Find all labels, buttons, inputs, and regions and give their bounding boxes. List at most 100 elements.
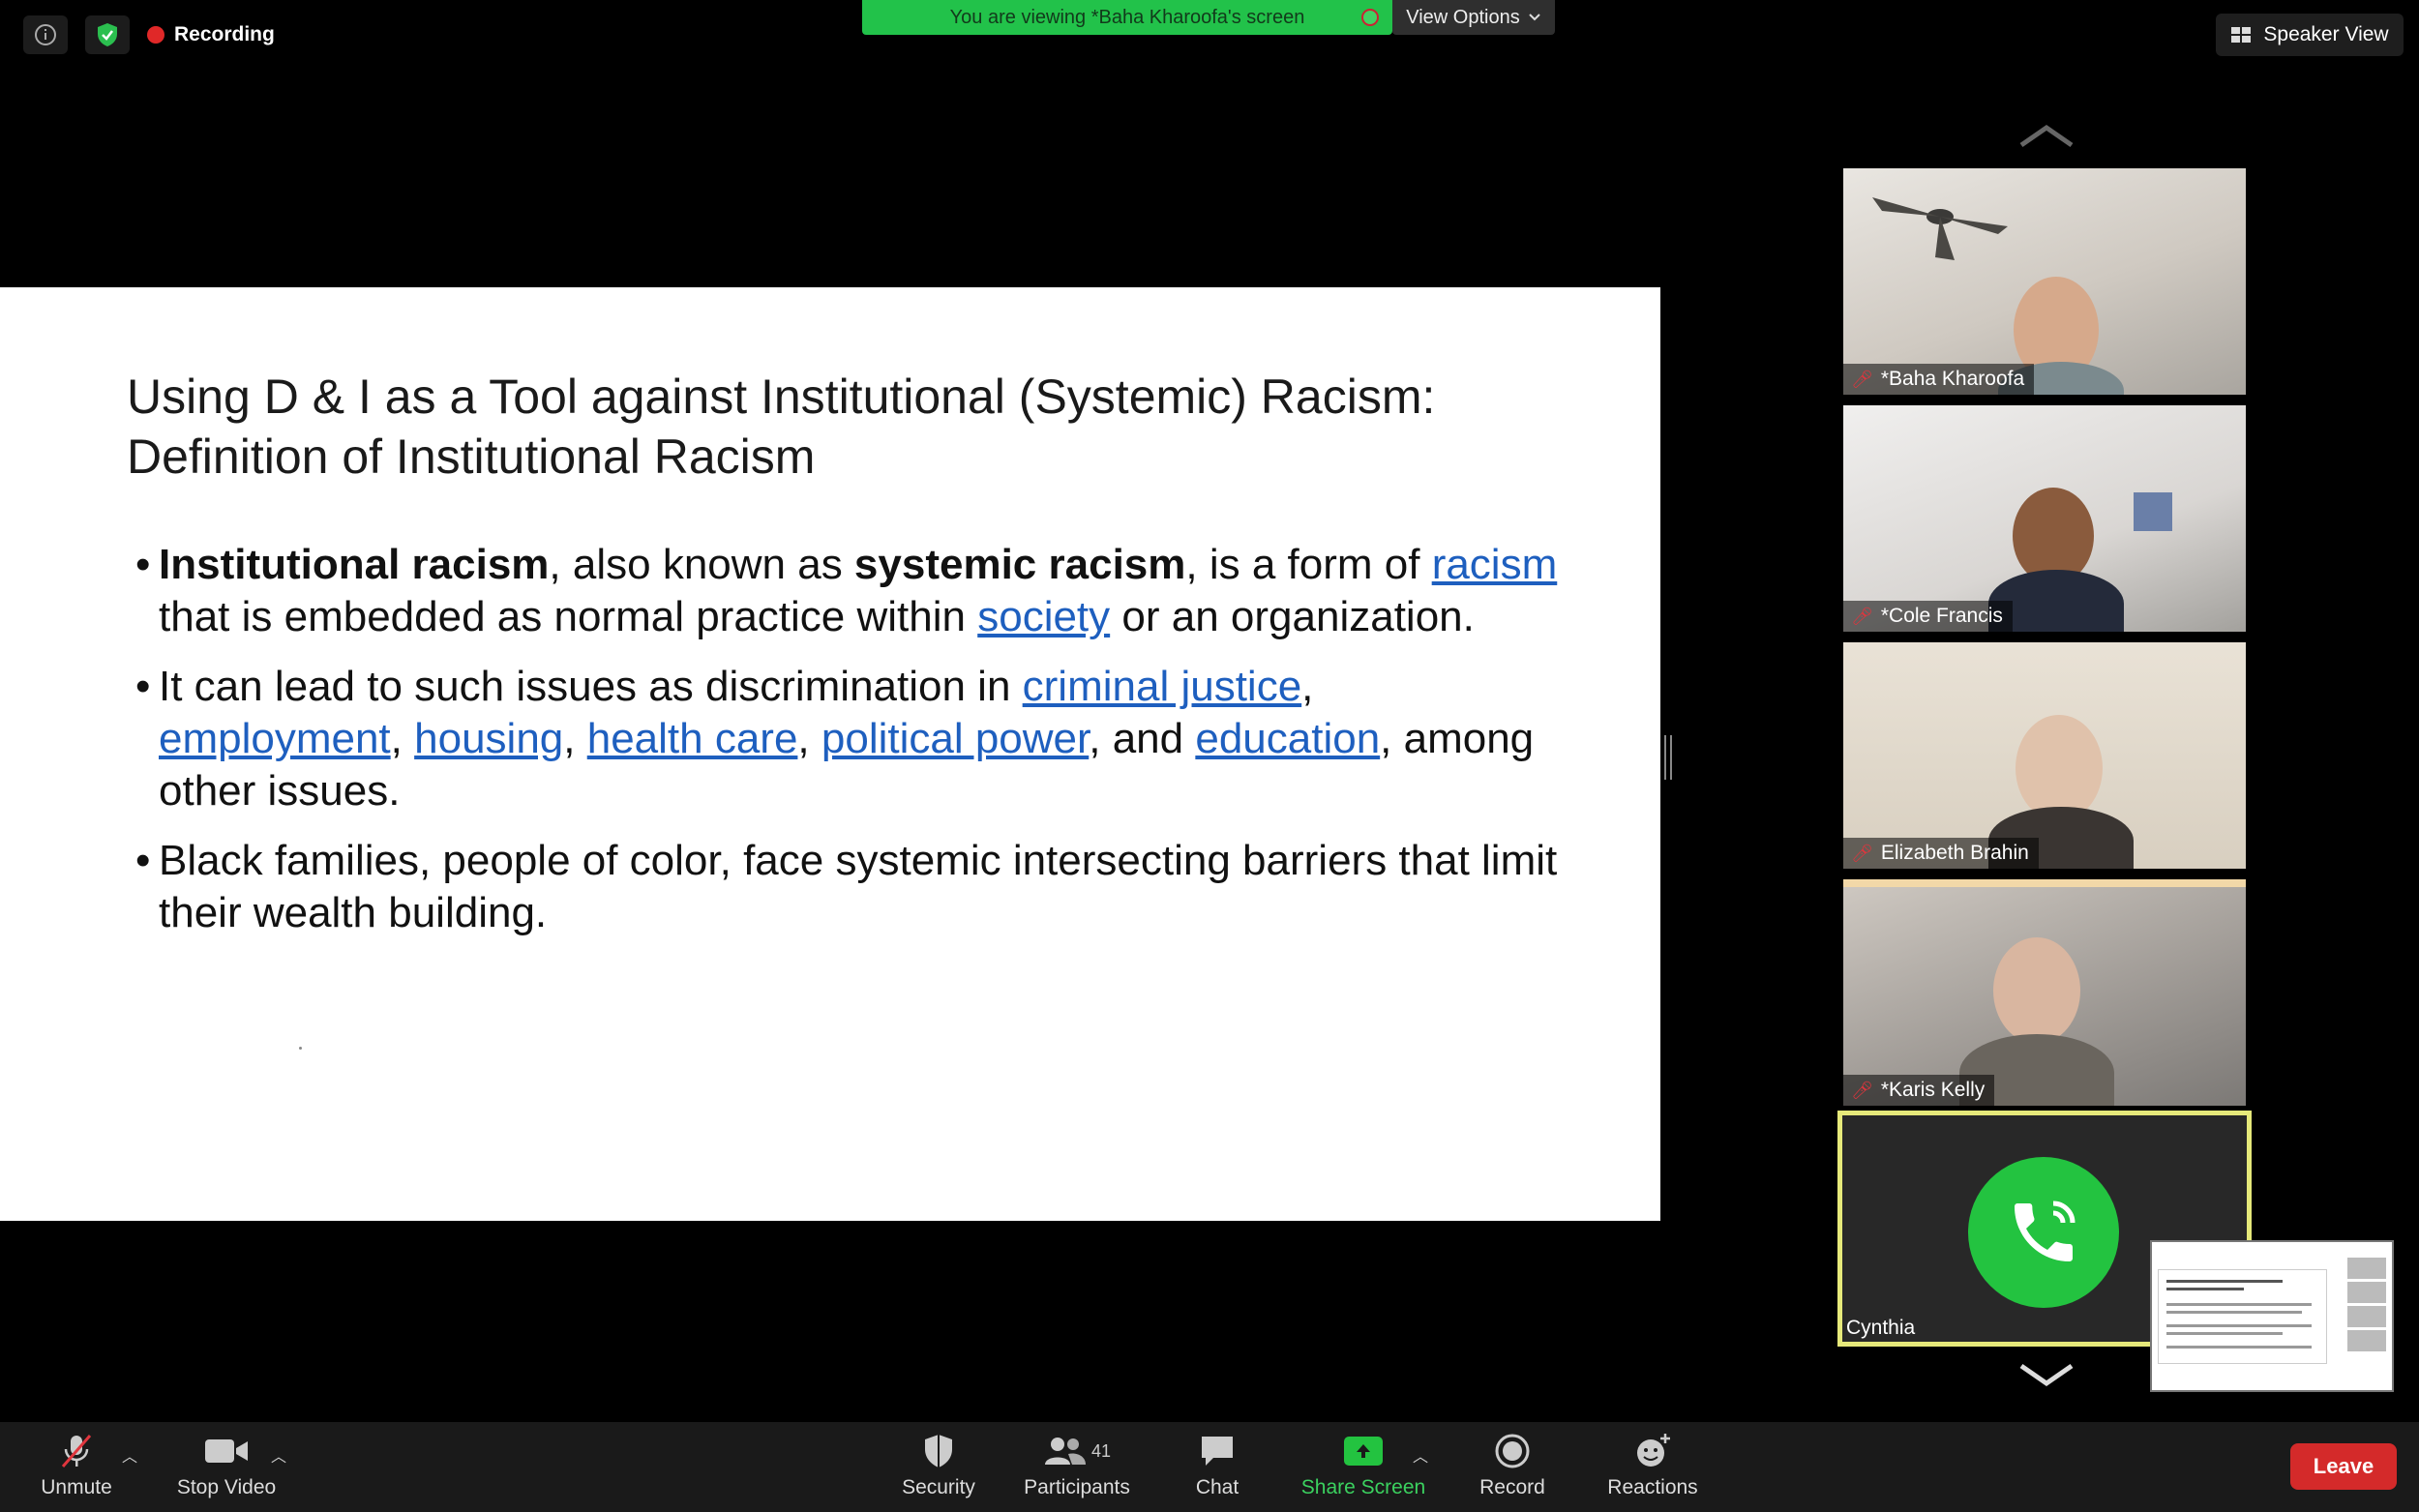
reactions-button[interactable]: Reactions <box>1604 1432 1701 1499</box>
bullet-text: , and <box>1089 715 1196 762</box>
record-button[interactable]: Record <box>1477 1432 1548 1499</box>
participant-name-tag: 🎤︎ *Karis Kelly <box>1843 1075 1995 1106</box>
meeting-toolbar: Unmute ︿ Stop Video ︿ Security 41 Partic… <box>0 1422 2419 1512</box>
participant-tile[interactable]: 🎤︎ *Karis Kelly <box>1843 879 2246 1106</box>
participant-video-head <box>1993 937 2080 1044</box>
mic-muted-icon: 🎤︎ <box>1851 1080 1873 1100</box>
mini-participant-thumbnails <box>2347 1258 2386 1354</box>
link-education[interactable]: education <box>1195 715 1380 762</box>
shared-screen-slide: Using D & I as a Tool against Institutio… <box>0 287 1660 1221</box>
chevron-down-icon[interactable] <box>2017 1362 2076 1389</box>
separator: , <box>563 715 587 762</box>
slide-bullet-list: Institutional racism, also known as syst… <box>135 539 1558 957</box>
bullet-text: or an organization. <box>1110 593 1475 640</box>
bold-term: systemic racism <box>853 541 1186 588</box>
mini-window-preview[interactable] <box>2150 1240 2394 1392</box>
meeting-info-bar: Recording <box>23 15 275 54</box>
separator: , <box>797 715 821 762</box>
video-options-caret-icon[interactable]: ︿ <box>271 1443 286 1467</box>
participant-name-tag: 🎤︎ *Cole Francis <box>1843 601 2013 632</box>
participant-tile[interactable]: 🎤︎ *Baha Kharoofa <box>1843 168 2246 395</box>
mini-slide-thumbnail <box>2158 1269 2327 1364</box>
bullet-text: It can lead to such issues as discrimina… <box>159 663 1023 710</box>
audio-options-caret-icon[interactable]: ︿ <box>122 1443 137 1467</box>
link-health-care[interactable]: health care <box>587 715 798 762</box>
participant-name: *Karis Kelly <box>1880 1079 1986 1101</box>
video-camera-icon <box>205 1439 248 1463</box>
share-options-caret-icon[interactable]: ︿ <box>1413 1443 1428 1467</box>
chat-label: Chat <box>1195 1476 1239 1498</box>
link-society[interactable]: society <box>977 593 1110 640</box>
slide-title: Using D & I as a Tool against Institutio… <box>127 367 1578 487</box>
share-status-icon[interactable] <box>1361 9 1379 26</box>
participant-count: 41 <box>1090 1440 1112 1461</box>
bold-term: Institutional racism <box>159 541 550 588</box>
stop-video-button[interactable]: Stop Video <box>172 1432 281 1499</box>
mic-off-icon <box>61 1435 92 1468</box>
grid-icon <box>2231 27 2252 43</box>
participant-name: Elizabeth Brahin <box>1880 842 2029 864</box>
participant-name: *Baha Kharoofa <box>1880 368 2025 390</box>
bullet-text: , is a form of <box>1185 541 1432 588</box>
participant-name-tag: 🎤︎ *Baha Kharoofa <box>1843 364 2035 395</box>
leave-button[interactable]: Leave <box>2290 1443 2397 1490</box>
share-screen-label: Share Screen <box>1300 1476 1426 1498</box>
participants-button[interactable]: 41 Participants <box>1020 1432 1134 1499</box>
record-icon <box>1495 1434 1530 1468</box>
separator: , <box>390 715 415 762</box>
recording-label: Recording <box>174 23 275 45</box>
view-options-label: View Options <box>1406 6 1520 28</box>
mic-muted-icon: 🎤︎ <box>1851 843 1873 863</box>
share-screen-button[interactable]: Share Screen <box>1299 1432 1428 1499</box>
screen-share-banner: You are viewing *Baha Kharoofa's screen <box>862 0 1392 35</box>
encryption-button[interactable] <box>85 15 130 54</box>
speaker-view-button[interactable]: Speaker View <box>2216 14 2404 56</box>
unmute-label: Unmute <box>41 1476 112 1498</box>
ceiling-light-strip <box>1843 879 2246 887</box>
unmute-button[interactable]: Unmute <box>37 1432 116 1499</box>
shield-check-icon <box>98 23 117 46</box>
chevron-down-icon <box>1529 14 1540 21</box>
security-label: Security <box>902 1476 975 1498</box>
bullet-issues: It can lead to such issues as discrimina… <box>135 661 1558 817</box>
chat-button[interactable]: Chat <box>1192 1432 1242 1499</box>
slide-title-line1: Using D & I as a Tool against Institutio… <box>127 370 1436 424</box>
slide-stray-dot <box>299 1047 302 1050</box>
shield-icon <box>925 1435 952 1468</box>
view-options-button[interactable]: View Options <box>1392 0 1555 35</box>
info-button[interactable] <box>23 15 68 54</box>
share-arrow-icon <box>1344 1437 1383 1466</box>
people-icon <box>1044 1438 1086 1465</box>
chevron-up-icon[interactable] <box>2017 122 2076 149</box>
bullet-text: , also known as <box>549 541 854 588</box>
self-name: Cynthia <box>1846 1317 1916 1339</box>
participant-name-tag: 🎤︎ Elizabeth Brahin <box>1843 838 2039 869</box>
chat-bubble-icon <box>1202 1437 1233 1466</box>
link-criminal-justice[interactable]: criminal justice <box>1023 663 1302 710</box>
recording-dot-icon <box>147 26 164 44</box>
separator: , <box>1301 663 1314 710</box>
speaker-view-label: Speaker View <box>2263 23 2389 45</box>
link-employment[interactable]: employment <box>159 715 391 762</box>
panel-resize-handle[interactable] <box>1664 735 1672 780</box>
phone-call-icon <box>1968 1157 2119 1308</box>
link-housing[interactable]: housing <box>414 715 563 762</box>
recording-indicator[interactable]: Recording <box>147 23 275 46</box>
participant-tile[interactable]: 🎤︎ *Cole Francis <box>1843 405 2246 632</box>
bullet-black-families: Black families, people of color, face sy… <box>135 835 1558 939</box>
reactions-label: Reactions <box>1607 1476 1698 1498</box>
wall-shelf-books <box>2134 492 2172 531</box>
participant-name: *Cole Francis <box>1880 605 2003 627</box>
slide-title-line2: Definition of Institutional Racism <box>127 430 816 484</box>
participant-video-head <box>2016 715 2103 821</box>
participants-label: Participants <box>1024 1476 1130 1498</box>
share-banner-text: You are viewing *Baha Kharoofa's screen <box>949 6 1305 28</box>
link-political-power[interactable]: political power <box>821 715 1089 762</box>
link-racism[interactable]: racism <box>1432 541 1558 588</box>
bullet-institutional-racism: Institutional racism, also known as syst… <box>135 539 1558 643</box>
smiley-plus-icon <box>1637 1434 1670 1467</box>
participant-tile[interactable]: 🎤︎ Elizabeth Brahin <box>1843 642 2246 869</box>
security-button[interactable]: Security <box>898 1432 979 1499</box>
mic-muted-icon: 🎤︎ <box>1851 606 1873 626</box>
record-label: Record <box>1479 1476 1545 1498</box>
